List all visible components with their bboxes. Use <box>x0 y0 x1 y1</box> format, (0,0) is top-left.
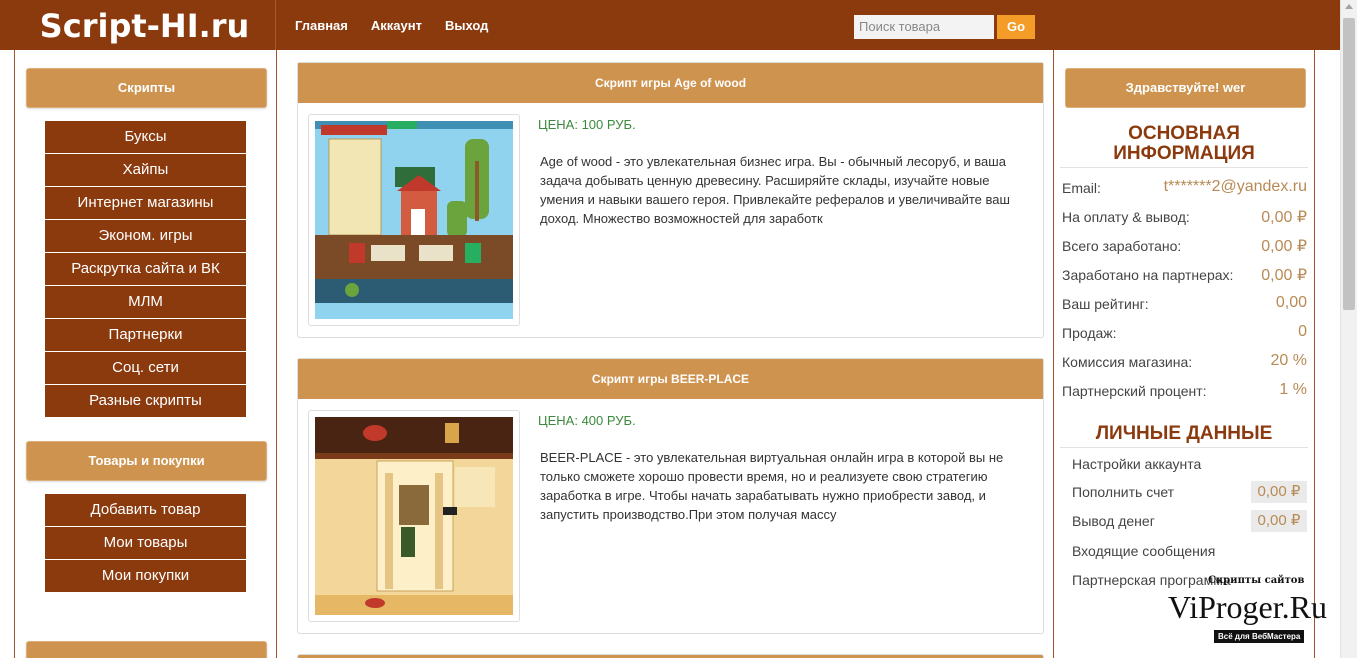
menu-item-my-purchases[interactable]: Мои покупки <box>45 560 246 592</box>
menu-item-promo[interactable]: Раскрутка сайта и ВК <box>45 253 246 285</box>
top-bar: Script-HI.ru Главная Аккаунт Выход Поиск… <box>0 0 1340 50</box>
divider <box>1060 447 1308 448</box>
menu-item-shops[interactable]: Интернет магазины <box>45 187 246 219</box>
product-title[interactable]: Скрипт игры Age of wood <box>298 63 1043 103</box>
search-input[interactable]: Поиск товара <box>854 15 994 39</box>
scrollbar-thumb[interactable] <box>1343 18 1355 310</box>
scripts-title: Скрипты <box>26 68 267 108</box>
info-row-sales: Продаж: 0 <box>1062 323 1307 341</box>
product-price: ЦЕНА: 100 РУБ. <box>538 117 636 132</box>
scroll-up-icon[interactable] <box>1345 4 1353 9</box>
product-description: BEER-PLACE - это увлекательная виртуальн… <box>540 450 1004 522</box>
menu-item-mlm[interactable]: МЛМ <box>45 286 246 318</box>
main-nav: Главная Аккаунт Выход <box>295 0 511 50</box>
greeting-title: Здравствуйте! wer <box>1065 68 1306 108</box>
info-row-rating: Ваш рейтинг: 0,00 <box>1062 294 1307 312</box>
info-row-payout: На оплату & вывод: 0,00 ₽ <box>1062 209 1307 226</box>
viproger-watermark: Скрипты сайтов ViProger.Ru Всё для ВебМа… <box>1168 575 1327 643</box>
personal-heading: ЛИЧНЫЕ ДАННЫЕ <box>1095 423 1273 444</box>
page: Script-HI.ru Главная Аккаунт Выход Поиск… <box>0 0 1366 658</box>
product-price: ЦЕНА: 400 РУБ. <box>538 413 636 428</box>
menu-item-social[interactable]: Соц. сети <box>45 352 246 384</box>
divider <box>1060 167 1308 168</box>
search-go-button[interactable]: Go <box>997 15 1035 39</box>
inbox-link[interactable]: Входящие сообщения <box>1072 540 1307 562</box>
menu-item-buksy[interactable]: Буксы <box>45 121 246 153</box>
beer-place-screenshot <box>315 417 513 615</box>
nav-logout[interactable]: Выход <box>445 18 488 33</box>
goods-title: Товары и покупки <box>26 441 267 481</box>
withdraw-link[interactable]: Вывод денег 0,00 ₽ <box>1072 510 1307 532</box>
menu-item-add-product[interactable]: Добавить товар <box>45 494 246 526</box>
product-thumbnail[interactable] <box>308 410 520 622</box>
info-row-partner-percent: Партнерский процент: 1 % <box>1062 381 1307 399</box>
info-row-email: Email: t*******2@yandex.ru <box>1062 178 1307 196</box>
nav-account[interactable]: Аккаунт <box>371 18 422 33</box>
info-row-total-earned: Всего заработано: 0,00 ₽ <box>1062 238 1307 255</box>
scripts-menu: Буксы Хайпы Интернет магазины Эконом. иг… <box>45 121 246 418</box>
info-row-commission: Комиссия магазина: 20 % <box>1062 352 1307 370</box>
menu-item-econ-games[interactable]: Эконом. игры <box>45 220 246 252</box>
product-card: Скрипт игры BEER-PLACE ЦЕНА: 400 РУБ. BE… <box>297 358 1044 634</box>
goods-menu: Добавить товар Мои товары Мои покупки <box>45 494 246 593</box>
top-up-link[interactable]: Пополнить счет 0,00 ₽ <box>1072 481 1307 503</box>
age-of-wood-screenshot <box>315 121 513 319</box>
third-block-title <box>26 641 267 658</box>
product-card-next <box>297 654 1044 658</box>
product-title[interactable]: Скрипт игры BEER-PLACE <box>298 359 1043 399</box>
site-logo[interactable]: Script-HI.ru <box>14 0 276 50</box>
menu-item-haipy[interactable]: Хайпы <box>45 154 246 186</box>
main-info-heading-1: ОСНОВНАЯ <box>1128 123 1240 144</box>
menu-item-my-products[interactable]: Мои товары <box>45 527 246 559</box>
menu-item-misc[interactable]: Разные скрипты <box>45 385 246 417</box>
product-card: Скрипт игры Age of wood ЦЕНА: 100 РУБ. A… <box>297 62 1044 338</box>
product-description: Age of wood - это увлекательная бизнес и… <box>540 154 1010 226</box>
nav-home[interactable]: Главная <box>295 18 348 33</box>
menu-item-partners[interactable]: Партнерки <box>45 319 246 351</box>
info-row-partner-earned: Заработано на партнерах: 0,00 ₽ <box>1062 267 1307 284</box>
right-edge <box>1357 0 1366 658</box>
account-settings-link[interactable]: Настройки аккаунта <box>1072 453 1307 475</box>
product-thumbnail[interactable] <box>308 114 520 326</box>
main-info-heading-2: ИНФОРМАЦИЯ <box>1113 143 1255 164</box>
vertical-scrollbar[interactable] <box>1340 0 1357 658</box>
